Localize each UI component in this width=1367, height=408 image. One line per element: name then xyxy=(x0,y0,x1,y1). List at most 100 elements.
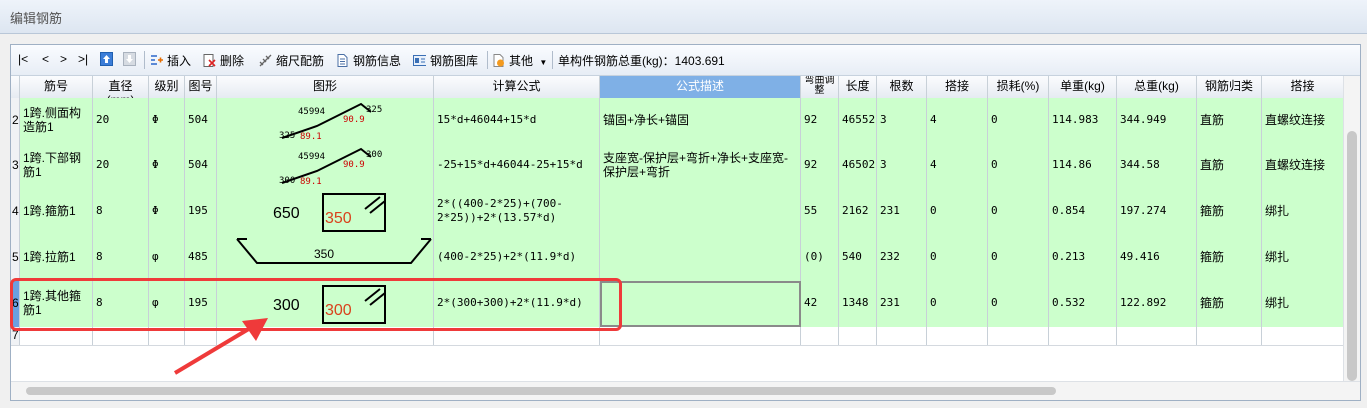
lap[interactable]: 0 xyxy=(927,281,988,327)
column-header[interactable]: 图形 xyxy=(217,76,434,98)
rebar-type[interactable]: 箍筋 xyxy=(1197,281,1262,327)
figure-no[interactable]: 504 xyxy=(185,98,217,143)
column-header[interactable]: 根数 xyxy=(877,76,927,98)
table-row[interactable]: 4 1跨.箍筋1 8 Φ 195 650 350 2*((400-2*25)+(… xyxy=(11,189,1344,236)
total-weight[interactable]: 122.892 xyxy=(1117,281,1197,327)
column-header[interactable]: 计算公式 xyxy=(434,76,600,98)
connection[interactable]: 直螺纹连接 xyxy=(1262,98,1344,143)
insert-button[interactable]: 插入 xyxy=(150,52,191,69)
table-row[interactable]: 3 1跨.下部钢筋1 20 Φ 504 45994 300 90.9 300 8… xyxy=(11,143,1344,190)
shape-cell[interactable]: 650 350 xyxy=(217,189,434,235)
grade[interactable]: Φ xyxy=(149,98,185,143)
rebar-type[interactable]: 直筋 xyxy=(1197,143,1262,189)
count[interactable]: 231 xyxy=(877,189,927,235)
loss[interactable]: 0 xyxy=(988,143,1049,189)
connection[interactable]: 绑扎 xyxy=(1262,189,1344,235)
column-header[interactable]: 级别 xyxy=(149,76,185,98)
total-weight[interactable]: 49.416 xyxy=(1117,235,1197,281)
formula[interactable]: 15*d+46044+15*d xyxy=(434,98,600,143)
column-header[interactable]: 公式描述 xyxy=(600,76,801,98)
formula-desc[interactable]: 支座宽-保护层+弯折+净长+支座宽-保护层+弯折 xyxy=(600,143,801,189)
loss[interactable]: 0 xyxy=(988,281,1049,327)
other-dropdown[interactable]: 其他 ▼ xyxy=(492,52,547,69)
total-weight[interactable]: 344.949 xyxy=(1117,98,1197,143)
diameter[interactable]: 20 xyxy=(93,143,149,189)
grade[interactable]: Φ xyxy=(149,189,185,235)
rebar-name[interactable]: 1跨.拉筋1 xyxy=(20,235,93,281)
formula-desc-editor[interactable] xyxy=(600,281,801,327)
table-row[interactable]: 2 1跨.侧面构造筋1 20 Φ 504 45994 325 90.9 325 … xyxy=(11,98,1344,144)
horizontal-scrollbar[interactable] xyxy=(11,381,1360,400)
formula-desc[interactable]: 锚固+净长+锚固 xyxy=(600,98,801,143)
total-weight[interactable]: 344.58 xyxy=(1117,143,1197,189)
shape-cell[interactable]: 45994 325 90.9 325 89.1 xyxy=(217,98,434,143)
bend-adjust[interactable]: (0) xyxy=(801,235,839,281)
table-row[interactable]: 5 1跨.拉筋1 8 φ 485 350 (400-2*25)+2*(11.9*… xyxy=(11,235,1344,282)
connection[interactable]: 直螺纹连接 xyxy=(1262,143,1344,189)
length[interactable]: 46552 xyxy=(839,98,877,143)
unit-weight[interactable]: 0.532 xyxy=(1049,281,1117,327)
grade[interactable]: Φ xyxy=(149,143,185,189)
lap[interactable]: 4 xyxy=(927,143,988,189)
connection[interactable]: 绑扎 xyxy=(1262,235,1344,281)
column-header[interactable]: 弯曲调整 xyxy=(801,76,839,98)
lap[interactable]: 0 xyxy=(927,235,988,281)
vertical-scrollbar[interactable] xyxy=(1343,76,1360,381)
rebar-name[interactable]: 1跨.下部钢筋1 xyxy=(20,143,93,189)
unit-weight[interactable]: 114.86 xyxy=(1049,143,1117,189)
formula-desc[interactable] xyxy=(600,189,801,235)
column-header[interactable]: 图号 xyxy=(185,76,217,98)
move-down-icon[interactable] xyxy=(123,52,136,69)
bend-adjust[interactable]: 92 xyxy=(801,143,839,189)
scale-rebar-button[interactable]: 缩尺配筋 xyxy=(259,52,324,69)
grade[interactable]: φ xyxy=(149,235,185,281)
shape-cell[interactable]: 350 xyxy=(217,235,434,281)
figure-no[interactable]: 504 xyxy=(185,143,217,189)
unit-weight[interactable]: 0.213 xyxy=(1049,235,1117,281)
column-header[interactable]: 总重(kg) xyxy=(1117,76,1197,98)
formula[interactable]: (400-2*25)+2*(11.9*d) xyxy=(434,235,600,281)
lap[interactable]: 4 xyxy=(927,98,988,143)
length[interactable]: 2162 xyxy=(839,189,877,235)
column-header[interactable]: 筋号 xyxy=(20,76,93,98)
move-up-icon[interactable] xyxy=(100,52,113,69)
diameter[interactable]: 8 xyxy=(93,235,149,281)
bend-adjust[interactable]: 92 xyxy=(801,98,839,143)
column-header[interactable]: 直径(mm) xyxy=(93,76,149,98)
rebar-info-button[interactable]: 钢筋信息 xyxy=(336,52,401,69)
total-weight[interactable]: 197.274 xyxy=(1117,189,1197,235)
length[interactable]: 540 xyxy=(839,235,877,281)
last-record-button[interactable]: >| xyxy=(78,52,88,66)
delete-button[interactable]: 删除 xyxy=(203,52,244,69)
length[interactable]: 1348 xyxy=(839,281,877,327)
prev-record-button[interactable]: < xyxy=(42,52,49,66)
count[interactable]: 232 xyxy=(877,235,927,281)
column-header[interactable]: 搭接 xyxy=(1262,76,1344,98)
column-header[interactable]: 钢筋归类 xyxy=(1197,76,1262,98)
unit-weight[interactable]: 0.854 xyxy=(1049,189,1117,235)
column-header[interactable]: 单重(kg) xyxy=(1049,76,1117,98)
column-header[interactable]: 搭接 xyxy=(927,76,988,98)
first-record-button[interactable]: |< xyxy=(18,52,28,66)
loss[interactable]: 0 xyxy=(988,189,1049,235)
loss[interactable]: 0 xyxy=(988,235,1049,281)
figure-no[interactable]: 195 xyxy=(185,189,217,235)
lap[interactable]: 0 xyxy=(927,189,988,235)
diameter[interactable]: 8 xyxy=(93,189,149,235)
column-header[interactable]: 损耗(%) xyxy=(988,76,1049,98)
count[interactable]: 231 xyxy=(877,281,927,327)
count[interactable]: 3 xyxy=(877,143,927,189)
rebar-library-button[interactable]: 钢筋图库 xyxy=(413,52,478,69)
figure-no[interactable]: 485 xyxy=(185,235,217,281)
bend-adjust[interactable]: 55 xyxy=(801,189,839,235)
horizontal-scroll-thumb[interactable] xyxy=(26,387,1056,395)
diameter[interactable]: 20 xyxy=(93,98,149,143)
column-header[interactable]: 长度 xyxy=(839,76,877,98)
vertical-scroll-thumb[interactable] xyxy=(1347,131,1357,381)
bend-adjust[interactable]: 42 xyxy=(801,281,839,327)
length[interactable]: 46502 xyxy=(839,143,877,189)
rebar-name[interactable]: 1跨.侧面构造筋1 xyxy=(20,98,93,143)
count[interactable]: 3 xyxy=(877,98,927,143)
rebar-type[interactable]: 箍筋 xyxy=(1197,189,1262,235)
connection[interactable]: 绑扎 xyxy=(1262,281,1344,327)
